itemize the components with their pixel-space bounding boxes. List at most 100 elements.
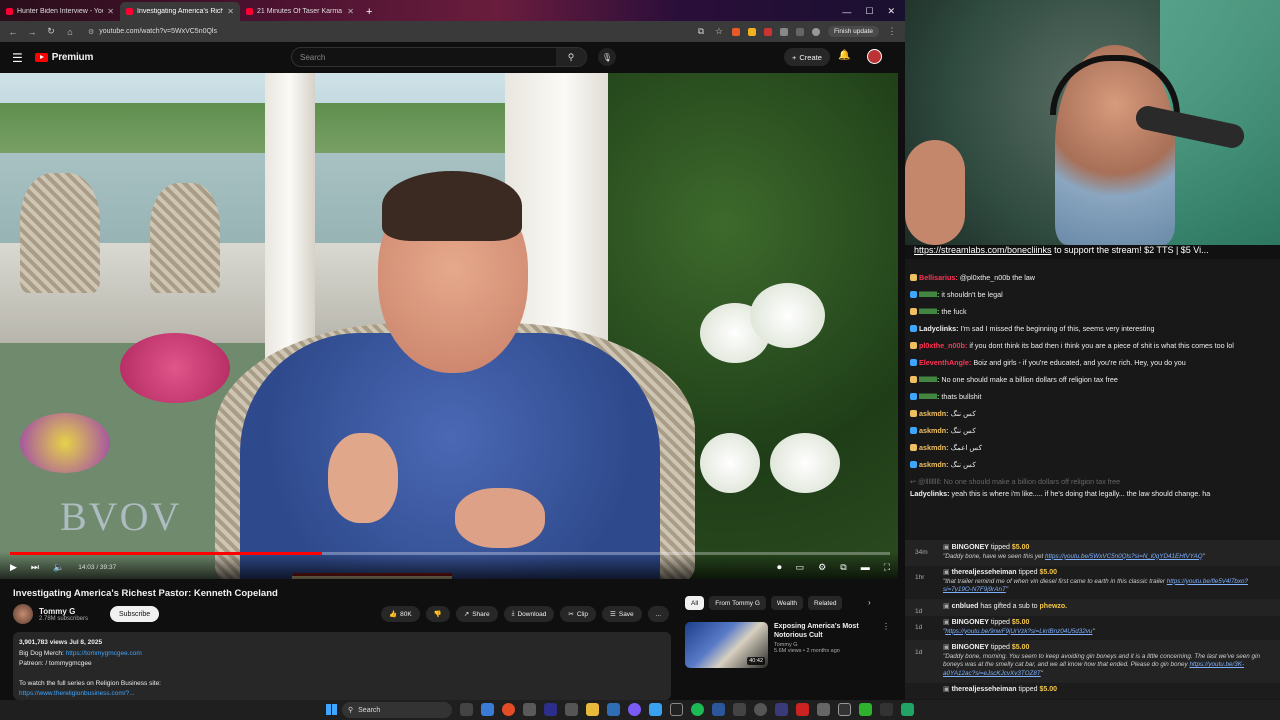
finish-update-button[interactable]: Finish update bbox=[827, 26, 879, 37]
like-button[interactable]: 👍 80K bbox=[381, 606, 420, 622]
browser-tab-2[interactable]: 21 Minutes Of Taser Karma For ✕ bbox=[240, 2, 360, 21]
app-icon[interactable] bbox=[628, 703, 641, 716]
extension-icon[interactable] bbox=[779, 27, 788, 36]
chip-related[interactable]: Related bbox=[808, 596, 843, 610]
share-button[interactable]: ↗ Share bbox=[455, 606, 498, 622]
create-button[interactable]: + Create bbox=[784, 48, 830, 66]
video-thumbnail[interactable]: 40:42 bbox=[685, 622, 768, 668]
notifications-bell-icon[interactable]: 🔔 bbox=[838, 50, 850, 61]
app-icon[interactable] bbox=[670, 703, 683, 716]
chat-username[interactable]: lllllllll: bbox=[919, 392, 939, 401]
url-field[interactable]: ⚙ youtube.com/watch?v=5WxVC5n0Qls bbox=[84, 24, 604, 40]
religion-business-link[interactable]: https://www.thereligionbusiness.com/?... bbox=[19, 689, 665, 700]
subscribe-button[interactable]: Subscribe bbox=[110, 606, 160, 622]
app-icon[interactable] bbox=[838, 703, 851, 716]
app-icon[interactable] bbox=[481, 703, 494, 716]
obs-icon[interactable] bbox=[544, 703, 557, 716]
app-icon[interactable] bbox=[649, 703, 662, 716]
miniplayer-icon[interactable]: ⧉ bbox=[840, 562, 846, 573]
event-link[interactable]: https://youtu.be/5WxVC5n0Qls?si=N_l0gYD4… bbox=[1045, 553, 1203, 560]
task-view-icon[interactable] bbox=[460, 703, 473, 716]
video-player[interactable]: BVOV ▶ ⏭ 🔈 14:03 / 39:37 ⏺ ▭ ⚙ ⧉ ▬ ⛶ bbox=[0, 73, 898, 579]
chip-from-channel[interactable]: From Tommy G bbox=[709, 596, 766, 610]
windows-start-icon[interactable] bbox=[326, 704, 337, 715]
more-vert-icon[interactable]: ⋮ bbox=[882, 622, 890, 668]
home-icon[interactable]: ⌂ bbox=[65, 27, 75, 37]
settings-gear-icon[interactable]: ⚙ bbox=[818, 562, 826, 573]
hamburger-menu-icon[interactable]: ☰ bbox=[12, 51, 23, 65]
browser-tab-1[interactable]: Investigating America's Riches ✕ bbox=[120, 2, 240, 21]
chevron-right-icon[interactable]: › bbox=[868, 598, 871, 607]
microphone-icon[interactable]: 🎙 bbox=[598, 48, 616, 66]
youtube-logo[interactable]: Premium bbox=[34, 52, 93, 63]
chip-wealth[interactable]: Wealth bbox=[770, 596, 804, 610]
site-info-icon[interactable]: ⚙ bbox=[88, 28, 94, 36]
description-box[interactable]: 3,901,783 views Jul 8, 2025 Big Dog Merc… bbox=[13, 632, 671, 700]
chat-username[interactable]: Ladyclinks: bbox=[919, 324, 959, 333]
maximize-icon[interactable]: ☐ bbox=[865, 6, 873, 17]
word-icon[interactable] bbox=[712, 703, 725, 716]
chat-username[interactable]: lllllllll: bbox=[919, 307, 939, 316]
merch-link[interactable]: https://tommygmcgee.com bbox=[66, 650, 142, 657]
reload-icon[interactable]: ↻ bbox=[46, 26, 56, 37]
clip-button[interactable]: ✂ Clip bbox=[560, 606, 597, 622]
app-icon[interactable] bbox=[565, 703, 578, 716]
back-icon[interactable]: ← bbox=[8, 27, 18, 37]
extension-icon[interactable] bbox=[747, 27, 756, 36]
minimize-icon[interactable]: — bbox=[842, 7, 851, 17]
close-tab-icon[interactable]: ✕ bbox=[347, 7, 354, 16]
close-window-icon[interactable]: ✕ bbox=[887, 6, 895, 17]
close-tab-icon[interactable]: ✕ bbox=[107, 7, 114, 16]
chat-username[interactable]: askmdn: bbox=[919, 426, 949, 435]
progress-bar[interactable] bbox=[10, 552, 890, 555]
chat-username[interactable]: lllllllll: bbox=[919, 290, 939, 299]
app-icon[interactable] bbox=[859, 703, 872, 716]
extension-icon[interactable] bbox=[763, 27, 772, 36]
next-icon[interactable]: ⏭ bbox=[31, 562, 39, 573]
bookmark-star-icon[interactable]: ☆ bbox=[714, 26, 724, 37]
recommended-video[interactable]: 40:42 Exposing America's Most Notorious … bbox=[685, 622, 890, 668]
event-link[interactable]: https://youtu.be/9nwF9jUrVzk?si=LkrlBnz0… bbox=[945, 628, 1092, 635]
volume-icon[interactable]: 🔈 bbox=[53, 562, 64, 573]
theater-mode-icon[interactable]: ▬ bbox=[861, 562, 870, 573]
app-icon[interactable] bbox=[754, 703, 767, 716]
play-icon[interactable]: ▶ bbox=[10, 562, 17, 573]
taskbar-search[interactable]: ⚲ Search bbox=[342, 702, 452, 718]
chat-username[interactable]: Bellisarius: bbox=[919, 273, 958, 282]
chat-username[interactable]: pl0xthe_n00b: bbox=[919, 341, 967, 350]
chat-username[interactable]: EleventhAngle: bbox=[919, 358, 971, 367]
recommended-title[interactable]: Exposing America's Most Notorious Cult bbox=[774, 622, 876, 640]
channel-avatar[interactable] bbox=[13, 604, 33, 624]
fullscreen-icon[interactable]: ⛶ bbox=[884, 562, 890, 573]
captions-icon[interactable]: ▭ bbox=[796, 562, 805, 573]
chat-username[interactable]: lllllllll: bbox=[919, 375, 939, 384]
app-icon[interactable] bbox=[880, 703, 893, 716]
spotify-icon[interactable] bbox=[691, 703, 704, 716]
chrome-icon[interactable] bbox=[502, 703, 515, 716]
browser-tab-0[interactable]: Hunter Biden Interview - YouT ✕ bbox=[0, 2, 120, 21]
app-icon[interactable] bbox=[607, 703, 620, 716]
chat-username[interactable]: askmdn: bbox=[919, 443, 949, 452]
app-icon[interactable] bbox=[775, 703, 788, 716]
close-tab-icon[interactable]: ✕ bbox=[227, 7, 234, 16]
forward-icon[interactable]: → bbox=[27, 27, 37, 37]
chat-username[interactable]: askmdn: bbox=[919, 460, 949, 469]
chip-all[interactable]: All bbox=[685, 596, 705, 610]
autoplay-toggle[interactable]: ⏺ bbox=[777, 562, 782, 573]
puzzle-icon[interactable] bbox=[795, 27, 804, 36]
app-icon[interactable] bbox=[817, 703, 830, 716]
folder-icon[interactable] bbox=[586, 703, 599, 716]
chat-username[interactable]: askmdn: bbox=[919, 409, 949, 418]
profile-icon[interactable] bbox=[811, 27, 820, 36]
browser-menu-icon[interactable]: ⋮ bbox=[887, 26, 897, 37]
excel-icon[interactable] bbox=[901, 703, 914, 716]
search-icon[interactable]: ⚲ bbox=[556, 48, 586, 66]
save-button[interactable]: ☰ Save bbox=[602, 606, 642, 622]
app-icon[interactable] bbox=[733, 703, 746, 716]
app-icon[interactable] bbox=[796, 703, 809, 716]
new-tab-button[interactable]: + bbox=[360, 2, 378, 21]
avatar[interactable] bbox=[867, 49, 882, 64]
download-button[interactable]: ⤓ Download bbox=[503, 606, 555, 622]
app-icon[interactable] bbox=[523, 703, 536, 716]
chat-username[interactable]: Ladyclinks: bbox=[910, 489, 950, 498]
